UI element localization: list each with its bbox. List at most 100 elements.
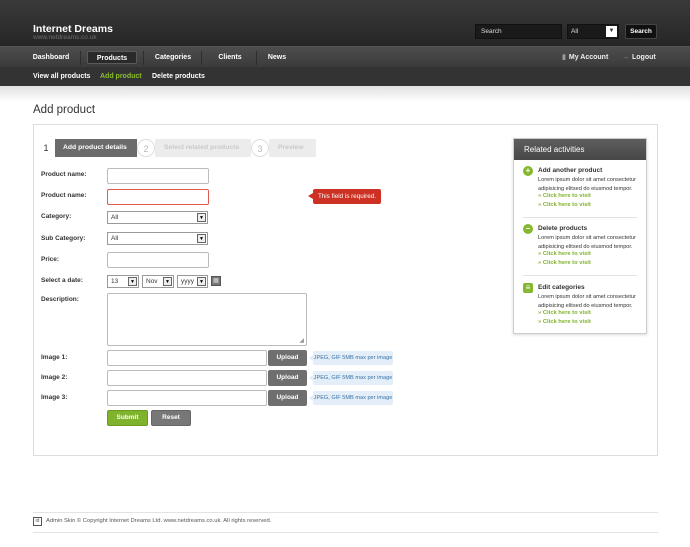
- chevron-down-icon: ▼: [128, 277, 137, 286]
- image-1-file-input[interactable]: [107, 350, 267, 366]
- product-name-2-label: Product name:: [41, 192, 87, 199]
- sub-nav: View all products Add product Delete pro…: [0, 67, 690, 86]
- image-1-upload-button[interactable]: Upload: [268, 350, 307, 366]
- header-shadow: [0, 86, 690, 102]
- nav-item-dashboard[interactable]: Dashboard: [28, 51, 74, 64]
- date-day-select[interactable]: 13 ▼: [107, 275, 139, 288]
- price-label: Price:: [41, 256, 60, 263]
- related-activities-title: Related activities: [514, 139, 646, 160]
- chevron-down-icon: ▼: [163, 277, 172, 286]
- image-1-label: Image 1:: [41, 354, 68, 361]
- product-name-2-input[interactable]: [107, 189, 209, 205]
- activity-link[interactable]: » Click here to visit: [538, 319, 591, 325]
- category-select[interactable]: All ▼: [107, 211, 208, 224]
- date-month-select[interactable]: Nov ▼: [142, 275, 174, 288]
- image-1-hint: JPEG, GIF 5MB max per image: [309, 351, 393, 365]
- date-year-select[interactable]: yyyy ▼: [177, 275, 208, 288]
- resize-grip-icon[interactable]: ◢: [299, 337, 304, 344]
- subcategory-value: All: [111, 235, 119, 242]
- product-name-input[interactable]: [107, 168, 209, 184]
- description-label: Description:: [41, 296, 79, 303]
- footer-copyright: Admin Skin © Copyright Internet Dreams L…: [46, 518, 272, 524]
- nav-divider: [143, 51, 144, 65]
- search-button[interactable]: Search: [625, 24, 657, 39]
- page-title: Add product: [33, 104, 96, 116]
- minus-icon: −: [523, 224, 533, 234]
- step-2-number: 2: [137, 139, 155, 157]
- main-nav: Dashboard Products Categories Clients Ne…: [0, 46, 690, 67]
- step-3-label[interactable]: Preview: [269, 139, 316, 157]
- reset-button[interactable]: Reset: [151, 410, 191, 426]
- activity-add-product: + Add another product Lorem ipsum dolor …: [523, 166, 639, 212]
- category-value: All: [111, 214, 119, 221]
- nav-divider: [256, 51, 257, 65]
- activity-title: Edit categories: [538, 284, 585, 291]
- plus-icon: +: [523, 166, 533, 176]
- subnav-view-all-products[interactable]: View all products: [33, 71, 90, 82]
- logout-link[interactable]: → Logout: [622, 51, 656, 64]
- logout-icon: →: [622, 54, 629, 61]
- chevron-down-icon: ▼: [197, 213, 206, 222]
- search-scope-value: All: [571, 28, 579, 35]
- nav-item-news[interactable]: News: [262, 51, 292, 64]
- chevron-down-icon: ▼: [606, 26, 617, 37]
- related-activities-panel: Related activities + Add another product…: [513, 138, 647, 334]
- submit-button[interactable]: Submit: [107, 410, 148, 426]
- activity-link[interactable]: » Click here to visit: [538, 260, 591, 266]
- subcategory-select[interactable]: All ▼: [107, 232, 208, 245]
- footer-logo-icon: id: [33, 517, 42, 526]
- step-2-label[interactable]: Select related products: [155, 139, 251, 157]
- image-2-hint: JPEG, GIF 5MB max per image: [309, 371, 393, 385]
- subnav-delete-products[interactable]: Delete products: [152, 71, 205, 82]
- activity-delete-products: − Delete products Lorem ipsum dolor sit …: [523, 224, 639, 270]
- search-scope-select[interactable]: All ▼: [567, 24, 619, 39]
- date-day-value: 13: [111, 278, 119, 285]
- activity-link[interactable]: » Click here to visit: [538, 202, 591, 208]
- image-2-label: Image 2:: [41, 374, 68, 381]
- brand-subtitle: www.netdreams.co.uk: [33, 34, 97, 41]
- user-icon: ▮: [562, 54, 566, 61]
- step-1-number: 1: [37, 139, 55, 157]
- chevron-down-icon: ▼: [197, 234, 206, 243]
- activity-link[interactable]: » Click here to visit: [538, 310, 591, 316]
- my-account-label: My Account: [568, 54, 609, 61]
- nav-item-categories[interactable]: Categories: [150, 51, 196, 64]
- activity-description: Lorem ipsum dolor sit amet consectetur a…: [538, 177, 636, 192]
- header-search-input[interactable]: Search: [475, 24, 562, 39]
- nav-divider: [80, 51, 81, 65]
- activity-title: Delete products: [538, 225, 588, 232]
- image-2-file-input[interactable]: [107, 370, 267, 386]
- activity-link[interactable]: » Click here to visit: [538, 251, 591, 257]
- activity-description: Lorem ipsum dolor sit amet consectetur a…: [538, 294, 636, 309]
- step-1-label[interactable]: Add product details: [55, 139, 137, 157]
- activity-link[interactable]: » Click here to visit: [538, 193, 591, 199]
- subcategory-label: Sub Category:: [41, 235, 86, 242]
- description-textarea[interactable]: ◢: [107, 293, 307, 346]
- my-account-link[interactable]: ▮ My Account: [562, 51, 608, 64]
- image-3-upload-button[interactable]: Upload: [268, 390, 307, 406]
- nav-item-products[interactable]: Products: [87, 51, 137, 64]
- image-2-upload-button[interactable]: Upload: [268, 370, 307, 386]
- footer-divider: [33, 512, 658, 513]
- calendar-icon[interactable]: ▦: [211, 276, 221, 286]
- nav-item-clients[interactable]: Clients: [208, 51, 252, 64]
- nav-divider: [201, 51, 202, 65]
- image-3-file-input[interactable]: [107, 390, 267, 406]
- chevron-down-icon: ▼: [197, 277, 206, 286]
- date-month-value: Nov: [146, 278, 158, 285]
- top-header: Internet Dreams www.netdreams.co.uk Sear…: [0, 0, 690, 46]
- subnav-add-product[interactable]: Add product: [100, 71, 142, 82]
- activity-divider: [523, 217, 637, 218]
- product-name-label: Product name:: [41, 171, 87, 178]
- edit-icon: ≡: [523, 283, 533, 293]
- price-input[interactable]: [107, 252, 209, 268]
- activity-description: Lorem ipsum dolor sit amet consectetur a…: [538, 235, 636, 250]
- error-tooltip: This field is required.: [308, 189, 381, 204]
- step-3-number: 3: [251, 139, 269, 157]
- logout-label: Logout: [632, 54, 656, 61]
- image-3-hint: JPEG, GIF 5MB max per image: [309, 391, 393, 405]
- activity-divider: [523, 275, 637, 276]
- activity-edit-categories: ≡ Edit categories Lorem ipsum dolor sit …: [523, 283, 639, 329]
- image-3-label: Image 3:: [41, 394, 68, 401]
- date-label: Select a date:: [41, 277, 83, 284]
